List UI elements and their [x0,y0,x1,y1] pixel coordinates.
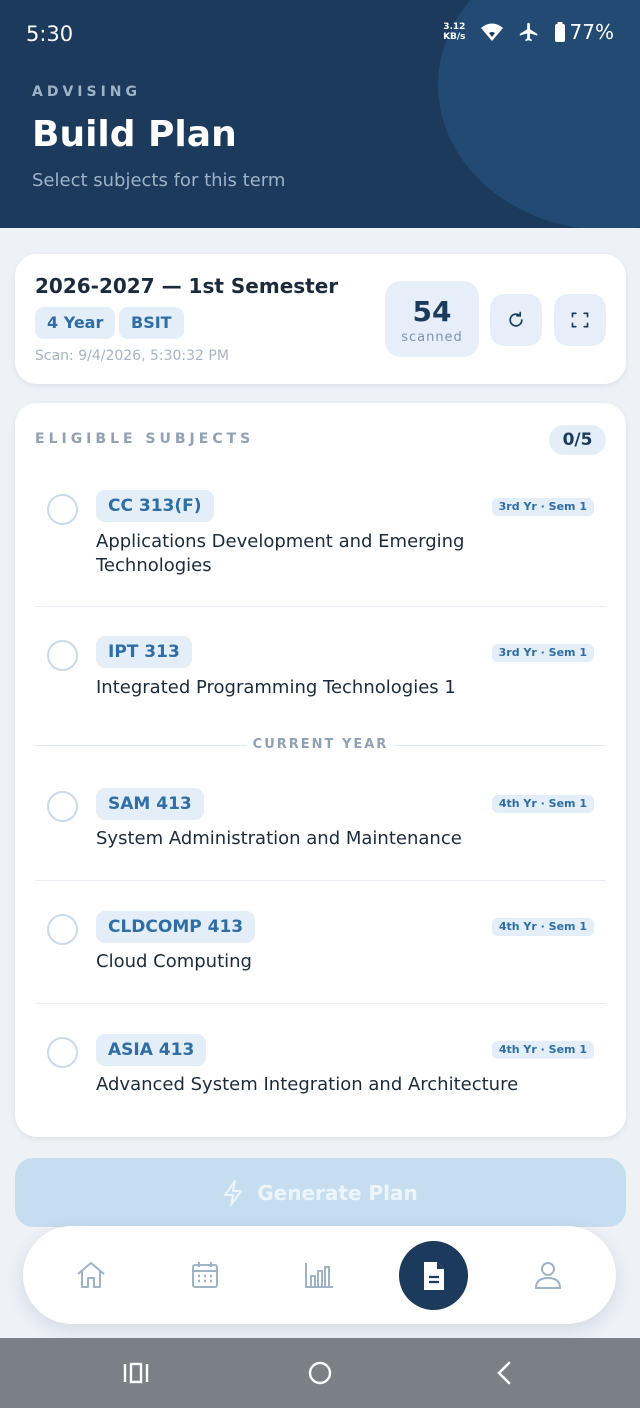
current-year-divider: CURRENT YEAR [35,736,606,756]
tab-plan[interactable] [399,1241,468,1310]
back-button[interactable] [484,1356,524,1390]
calendar-icon [192,1262,218,1288]
subject-row[interactable]: CLDCOMP 413 4th Yr · Sem 1 Cloud Computi… [35,911,606,991]
refresh-button[interactable] [490,294,542,346]
user-icon [534,1262,562,1289]
subject-code: IPT 313 [96,636,192,668]
header-eyebrow: ADVISING [32,84,141,100]
subject-name: Applications Development and Emerging Te… [96,531,465,576]
status-bar: 5:30 3.12 KB/s 77% [0,0,640,70]
subject-row[interactable]: ASIA 413 4th Yr · Sem 1 Advanced System … [35,1034,606,1114]
year-sem-badge: 4th Yr · Sem 1 [491,795,594,813]
net-speed: 3.12 KB/s [443,22,465,42]
subject-row[interactable]: SAM 413 4th Yr · Sem 1 System Administra… [35,788,606,868]
selected-count-badge: 0/5 [549,425,606,455]
subject-name: Integrated Programming Technologies 1 [96,677,456,698]
system-nav-bar [0,1338,640,1408]
scan-button[interactable] [554,294,606,346]
scan-timestamp: Scan: 9/4/2026, 5:30:32 PM [35,348,229,364]
year-sem-badge: 3rd Yr · Sem 1 [491,498,594,516]
subject-code: SAM 413 [96,788,204,820]
year-badge: 4 Year [35,307,116,339]
lightning-icon [224,1179,243,1206]
year-sem-badge: 4th Yr · Sem 1 [491,1041,594,1059]
subject-name: Cloud Computing [96,951,252,972]
tab-profile[interactable] [523,1250,573,1300]
recent-apps-icon [123,1362,149,1384]
subject-code: CC 313(F) [96,490,214,522]
home-circle-icon [308,1361,332,1385]
subject-checkbox[interactable] [47,1037,78,1068]
battery-level: 77% [569,20,614,44]
recent-apps-button[interactable] [116,1356,156,1390]
year-sem-badge: 3rd Yr · Sem 1 [491,644,594,662]
scanned-counter: 54 scanned [385,281,479,357]
program-badge: BSIT [119,307,184,339]
subject-code: CLDCOMP 413 [96,911,256,943]
status-icons: 3.12 KB/s 77% [443,20,614,44]
subject-name: Advanced System Integration and Architec… [96,1074,519,1095]
subject-row[interactable]: CC 313(F) 3rd Yr · Sem 1 Applications De… [35,488,606,608]
tab-reports[interactable] [294,1250,344,1300]
home-system-button[interactable] [300,1356,340,1390]
subjects-card: ELIGIBLE SUBJECTS 0/5 CC 313(F) 3rd Yr ·… [15,403,626,1137]
back-chevron-icon [497,1361,511,1385]
bottom-tab-bar [23,1226,616,1324]
subject-checkbox[interactable] [47,914,78,945]
subject-row[interactable]: IPT 313 3rd Yr · Sem 1 Integrated Progra… [35,636,606,716]
scan-frame-icon [571,312,589,328]
page-title: Build Plan [32,114,237,155]
tab-calendar[interactable] [180,1250,230,1300]
net-speed-value: 3.12 [443,22,466,32]
row-divider [35,606,606,607]
chart-icon [305,1263,333,1288]
year-sem-badge: 4th Yr · Sem 1 [491,918,594,936]
row-divider [35,1003,606,1004]
page-subtitle: Select subjects for this term [32,170,286,191]
subject-checkbox[interactable] [47,791,78,822]
net-speed-unit: KB/s [443,32,466,42]
airplane-icon [519,22,537,42]
section-label: ELIGIBLE SUBJECTS [35,431,255,447]
scanned-count: 54 [412,295,452,328]
generate-plan-label: Generate Plan [257,1180,418,1205]
row-divider [35,880,606,881]
subject-checkbox[interactable] [47,494,78,525]
subject-code: ASIA 413 [96,1034,207,1066]
subject-name: System Administration and Maintenance [96,828,462,849]
refresh-icon [509,311,523,327]
battery-icon [554,22,565,42]
tab-home[interactable] [66,1250,116,1300]
wifi-icon [480,23,503,41]
status-time: 5:30 [26,22,74,46]
header: 5:30 3.12 KB/s 77% ADVISING Build Plan S… [0,0,640,228]
generate-plan-button[interactable]: Generate Plan [15,1158,626,1227]
home-icon [77,1262,105,1288]
battery: 77% [554,20,614,44]
document-icon [423,1261,444,1290]
scanned-label: scanned [401,330,463,345]
term-card: 2026-2027 — 1st Semester 4 Year BSIT Sca… [15,254,626,384]
subject-checkbox[interactable] [47,640,78,671]
term-title: 2026-2027 — 1st Semester [35,274,339,298]
